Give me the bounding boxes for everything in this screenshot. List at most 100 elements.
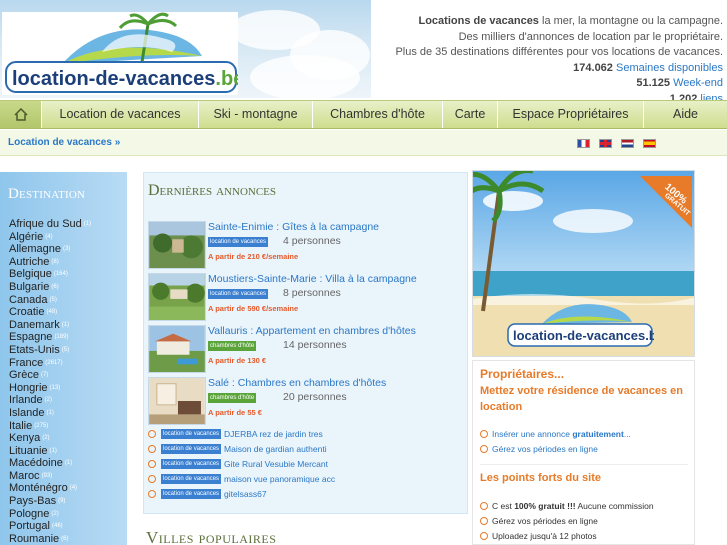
destination-name[interactable]: Algérie: [9, 231, 43, 243]
destination-name[interactable]: Espagne: [9, 332, 52, 344]
destination-item[interactable]: Danemark (1): [9, 319, 91, 332]
destination-name[interactable]: Portugal: [9, 520, 50, 532]
listing-card[interactable]: Salé : Chambres en chambres d'hôtes cham…: [148, 377, 468, 425]
destination-item[interactable]: Allemagne (3): [9, 243, 91, 256]
destination-item[interactable]: Monténégro (4): [9, 482, 91, 495]
destination-count: (1): [61, 321, 70, 328]
destination-name[interactable]: France: [9, 357, 43, 369]
destination-name[interactable]: Canada: [9, 294, 48, 306]
destination-item[interactable]: Canada (5): [9, 294, 91, 307]
destination-item[interactable]: Roumanie (6): [9, 533, 91, 545]
destination-item[interactable]: Macédoine (1): [9, 457, 91, 470]
stat-weeks[interactable]: 174.062 Semaines disponibles: [383, 61, 723, 77]
destination-item[interactable]: Italie (275): [9, 420, 91, 433]
destination-name[interactable]: Belgique: [9, 269, 52, 281]
site-logo[interactable]: location-de-vacances.be: [2, 12, 238, 95]
destination-item[interactable]: Pays-Bas (9): [9, 495, 91, 508]
destination-item[interactable]: Espagne (189): [9, 331, 91, 344]
nav-espace-proprietaires[interactable]: Espace Propriétaires: [498, 101, 644, 128]
destination-count: (1): [49, 447, 57, 454]
destination-name[interactable]: Bulgarie: [9, 281, 49, 293]
nav-carte[interactable]: Carte: [443, 101, 498, 128]
promo-banner[interactable]: 100% GRATUIT location-de-vacances.be: [472, 170, 695, 357]
destination-name[interactable]: Grèce: [9, 369, 39, 381]
nav-chambres-hote[interactable]: Chambres d'hôte: [313, 101, 443, 128]
mini-listing[interactable]: location de vacances DJERBA rez de jardin…: [148, 428, 468, 442]
destination-name[interactable]: Maroc: [9, 470, 40, 482]
destination-item[interactable]: Lituanie (1): [9, 445, 91, 458]
destination-name[interactable]: Danemark: [9, 319, 60, 331]
destination-name[interactable]: Etats-Unis: [9, 344, 60, 356]
bullet-icon: [148, 444, 156, 453]
destination-count: (1): [64, 460, 73, 467]
destination-item[interactable]: Algérie (4): [9, 231, 91, 244]
owners-title[interactable]: Propriétaires...: [480, 367, 564, 381]
destination-item[interactable]: Autriche (8): [9, 256, 91, 269]
destination-name[interactable]: Italie: [9, 420, 32, 432]
destination-name[interactable]: Macédoine: [9, 457, 63, 469]
listing-title[interactable]: Moustiers-Sainte-Marie : Villa à la camp…: [208, 273, 417, 285]
destination-item[interactable]: Hongrie (13): [9, 382, 91, 395]
listing-photo[interactable]: [148, 273, 206, 321]
destination-item[interactable]: Pologne (2): [9, 508, 91, 521]
destination-name[interactable]: Kenya: [9, 432, 40, 444]
mini-listing[interactable]: location de vacances Gite Rural Vesubie M…: [148, 458, 468, 472]
destination-item[interactable]: Grèce (7): [9, 369, 91, 382]
listing-card[interactable]: Sainte-Enimie : Gîtes à la campagne loca…: [148, 221, 468, 269]
strengths-title: Les points forts du site: [480, 472, 602, 484]
destination-name[interactable]: Lituanie: [9, 445, 48, 457]
destination-item[interactable]: Islande (1): [9, 407, 91, 420]
destination-name[interactable]: Pologne: [9, 508, 49, 520]
owners-subtitle[interactable]: Mettez votre résidence de vacances en lo…: [480, 383, 685, 415]
destination-name[interactable]: Croatie: [9, 306, 44, 318]
destination-item[interactable]: Irlande (2): [9, 394, 91, 407]
nav-location-vacances[interactable]: Location de vacances: [42, 101, 199, 128]
destination-item[interactable]: Croatie (48): [9, 306, 91, 319]
mini-listing[interactable]: location de vacances Maison de gardian au…: [148, 443, 468, 457]
insert-listing-link[interactable]: Insérer une annonce gratuitement...: [480, 429, 631, 439]
flag-en-icon[interactable]: [599, 139, 612, 148]
destination-item[interactable]: Afrique du Sud (1): [9, 218, 91, 231]
stat-weekend[interactable]: 51.125 Week-end: [383, 76, 723, 92]
listing-capacity: 4 personnes: [283, 235, 341, 247]
destination-name[interactable]: Allemagne: [9, 243, 61, 255]
nav-aide[interactable]: Aide: [644, 101, 727, 128]
mini-listing[interactable]: location de vacances gitelsass67: [148, 488, 468, 502]
destination-item[interactable]: Portugal (46): [9, 520, 91, 533]
destination-count: (1): [46, 409, 54, 416]
flag-es-icon[interactable]: [643, 139, 656, 148]
listing-card[interactable]: Vallauris : Appartement en chambres d'hô…: [148, 325, 468, 373]
destination-item[interactable]: Etats-Unis (5): [9, 344, 91, 357]
destination-item[interactable]: Kenya (2): [9, 432, 91, 445]
listing-photo[interactable]: [148, 377, 206, 425]
destination-name[interactable]: Irlande: [9, 395, 43, 407]
flag-fr-icon[interactable]: [577, 139, 590, 148]
nav-ski-montagne[interactable]: Ski - montagne: [199, 101, 313, 128]
destination-name[interactable]: Islande: [9, 407, 44, 419]
listing-card[interactable]: Moustiers-Sainte-Marie : Villa à la camp…: [148, 273, 468, 321]
destination-name[interactable]: Hongrie: [9, 382, 48, 394]
destination-item[interactable]: France (2617): [9, 357, 91, 370]
listing-title[interactable]: Vallauris : Appartement en chambres d'hô…: [208, 325, 416, 337]
listing-capacity: 8 personnes: [283, 287, 341, 299]
destination-name[interactable]: Autriche: [9, 256, 49, 268]
listing-photo[interactable]: [148, 325, 206, 373]
breadcrumb[interactable]: Location de vacances »: [8, 137, 120, 148]
flag-nl-icon[interactable]: [621, 139, 634, 148]
listing-title[interactable]: Salé : Chambres en chambres d'hôtes: [208, 377, 386, 389]
destination-name[interactable]: Pays-Bas: [9, 495, 56, 507]
tagline-rest: la mer, la montagne ou la campagne.: [538, 15, 723, 27]
listing-photo[interactable]: [148, 221, 206, 269]
destination-item[interactable]: Belgique (164): [9, 268, 91, 281]
destination-item[interactable]: Bulgarie (6): [9, 281, 91, 294]
breadcrumb-bar: Location de vacances »: [0, 130, 727, 156]
nav-home[interactable]: [0, 101, 42, 128]
destination-count: (5): [61, 346, 70, 353]
manage-periods-link[interactable]: Gérez vos périodes en ligne: [480, 444, 598, 454]
listing-title[interactable]: Sainte-Enimie : Gîtes à la campagne: [208, 221, 379, 233]
destination-item[interactable]: Maroc (93): [9, 470, 91, 483]
mini-listing[interactable]: location de vacances maison vue panoramiq…: [148, 473, 468, 487]
destination-name[interactable]: Monténégro: [9, 483, 68, 495]
destination-name[interactable]: Afrique du Sud: [9, 218, 82, 230]
destination-name[interactable]: Roumanie: [9, 533, 59, 545]
